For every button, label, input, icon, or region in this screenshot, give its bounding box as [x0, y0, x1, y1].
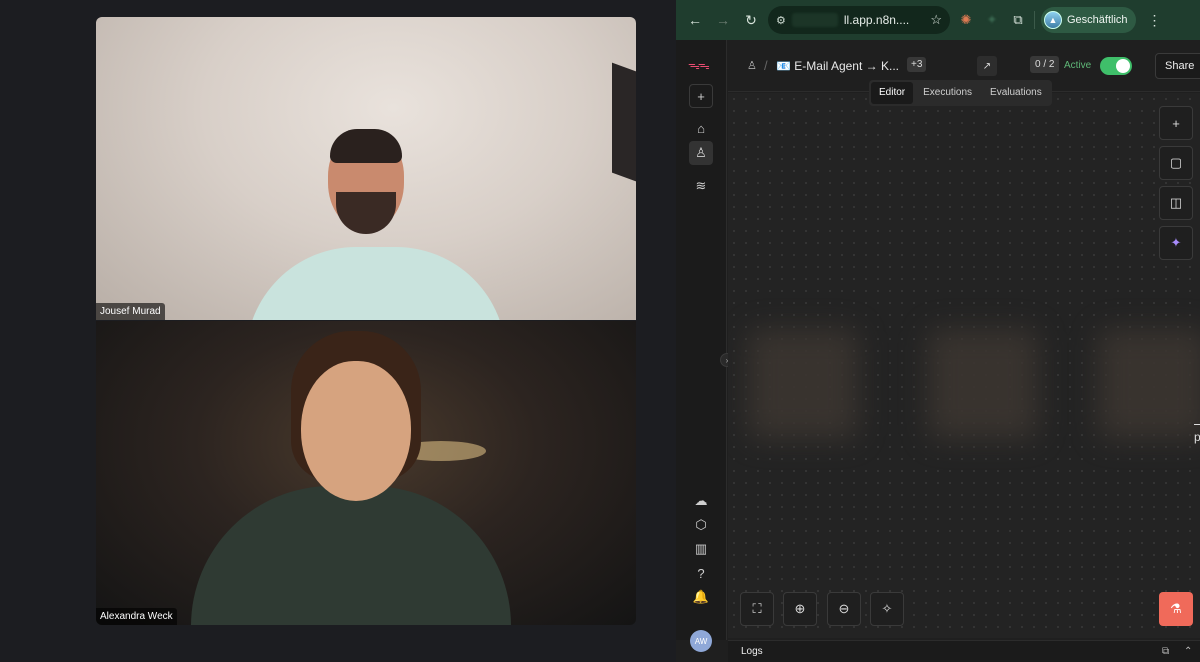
pop-out-icon[interactable]: ⧉: [1162, 646, 1169, 657]
bookmark-star-icon[interactable]: ☆: [930, 12, 942, 28]
sticky-note-icon[interactable]: ▢: [1159, 146, 1193, 180]
video-call-area: Jousef Murad Alexandra Weck: [0, 0, 676, 662]
n8n-app: ᯓᯓ + ⌂ ♙ ≋ ☁ ⬡ ▥ ? 🔔 AW › ♙ / 📧 E-Mail A…: [676, 40, 1200, 662]
extensions-puzzle-icon[interactable]: ⧉: [1008, 10, 1028, 30]
tags-count-badge[interactable]: +3: [907, 57, 927, 72]
participant-hair: [330, 129, 402, 163]
templates-icon[interactable]: ⬡: [689, 513, 713, 537]
cloud-icon[interactable]: ☁: [689, 489, 713, 513]
view-tabs: Editor Executions Evaluations: [869, 80, 1052, 106]
tab-executions[interactable]: Executions: [915, 82, 980, 104]
toggle-knob: [1116, 59, 1130, 73]
user-avatar[interactable]: AW: [690, 630, 712, 652]
logs-bar[interactable]: Logs ⧉ ⌃: [728, 640, 1200, 662]
zoom-in-icon[interactable]: ⊕: [783, 592, 817, 626]
workflow-node-blurred[interactable]: [928, 329, 1038, 439]
workflow-title[interactable]: 📧 E-Mail Agent → K...: [776, 59, 899, 73]
participant-head: [301, 361, 411, 501]
wall-edge: [612, 62, 636, 182]
site-settings-icon[interactable]: ⚙: [776, 14, 786, 27]
workflow-node-blurred[interactable]: [1098, 329, 1200, 439]
forward-icon[interactable]: →: [712, 9, 734, 31]
participant-tile-alexandra[interactable]: Alexandra Weck: [96, 321, 636, 625]
participant-body: [246, 247, 506, 320]
add-node-icon[interactable]: +: [1159, 106, 1193, 140]
help-icon[interactable]: ?: [689, 561, 713, 585]
layers-icon[interactable]: ≋: [689, 174, 713, 198]
version-counter: 0 / 2: [1030, 56, 1060, 73]
url-text[interactable]: ll.app.n8n....: [844, 13, 909, 27]
chevron-up-icon[interactable]: ⌃: [1184, 646, 1192, 657]
test-workflow-flask-icon[interactable]: ⚗: [1159, 592, 1193, 626]
share-button[interactable]: Share: [1155, 53, 1200, 79]
breadcrumb-separator: /: [764, 58, 768, 73]
reload-icon[interactable]: ↻: [740, 9, 762, 31]
connection-line: [1194, 424, 1200, 425]
participant-tile-jousef[interactable]: Jousef Murad: [96, 17, 636, 320]
active-toggle[interactable]: [1100, 57, 1132, 75]
fit-view-icon[interactable]: ⛶: [740, 592, 774, 626]
extension-icon[interactable]: ✦: [982, 10, 1002, 30]
participant-body: [191, 486, 511, 625]
profile-avatar-icon: ▲: [1044, 11, 1062, 29]
logs-label: Logs: [741, 646, 763, 657]
canvas-edge-text: p: [1194, 430, 1200, 444]
profile-name: Geschäftlich: [1067, 14, 1128, 26]
workflow-canvas[interactable]: [728, 93, 1200, 638]
toolbar-separator: [1034, 11, 1035, 29]
active-label: Active: [1064, 60, 1092, 71]
notifications-icon[interactable]: 🔔: [689, 585, 713, 609]
browser-toolbar: ← → ↻ ⚙ ll.app.n8n.... ☆ ✺ ✦ ⧉ ▲ Geschäf…: [676, 0, 1200, 40]
participant-beard: [336, 192, 396, 234]
browser-menu-icon[interactable]: ⋮: [1148, 12, 1162, 29]
ai-assistant-sparkle-icon[interactable]: ✦: [1159, 226, 1193, 260]
tidy-up-icon[interactable]: ✧: [870, 592, 904, 626]
zoom-out-icon[interactable]: ⊖: [827, 592, 861, 626]
tab-editor[interactable]: Editor: [871, 82, 914, 104]
breadcrumb-user-icon[interactable]: ♙: [747, 59, 757, 72]
back-icon[interactable]: ←: [684, 9, 706, 31]
address-bar[interactable]: ⚙ ll.app.n8n.... ☆: [768, 6, 950, 34]
profile-button[interactable]: ▲ Geschäftlich: [1041, 7, 1136, 33]
workflow-node-blurred[interactable]: [748, 329, 858, 439]
redacted-url-part: [791, 13, 838, 27]
personal-icon[interactable]: ♙: [689, 141, 713, 165]
tab-evaluations[interactable]: Evaluations: [982, 82, 1050, 104]
sidebar: ᯓᯓ + ⌂ ♙ ≋ ☁ ⬡ ▥ ? 🔔 AW: [676, 40, 727, 652]
n8n-logo-icon[interactable]: ᯓᯓ: [688, 56, 714, 72]
claude-extension-icon[interactable]: ✺: [956, 10, 976, 30]
participant-name-tag: Alexandra Weck: [96, 608, 177, 625]
browser-window: ← → ↻ ⚙ ll.app.n8n.... ☆ ✺ ✦ ⧉ ▲ Geschäf…: [676, 0, 1200, 662]
add-icon[interactable]: +: [689, 84, 713, 108]
participant-name-tag: Jousef Murad: [96, 303, 165, 320]
panel-toggle-icon[interactable]: ◫: [1159, 186, 1193, 220]
home-icon[interactable]: ⌂: [689, 116, 713, 140]
insights-icon[interactable]: ▥: [689, 537, 713, 561]
external-link-icon[interactable]: ↗: [977, 56, 997, 76]
